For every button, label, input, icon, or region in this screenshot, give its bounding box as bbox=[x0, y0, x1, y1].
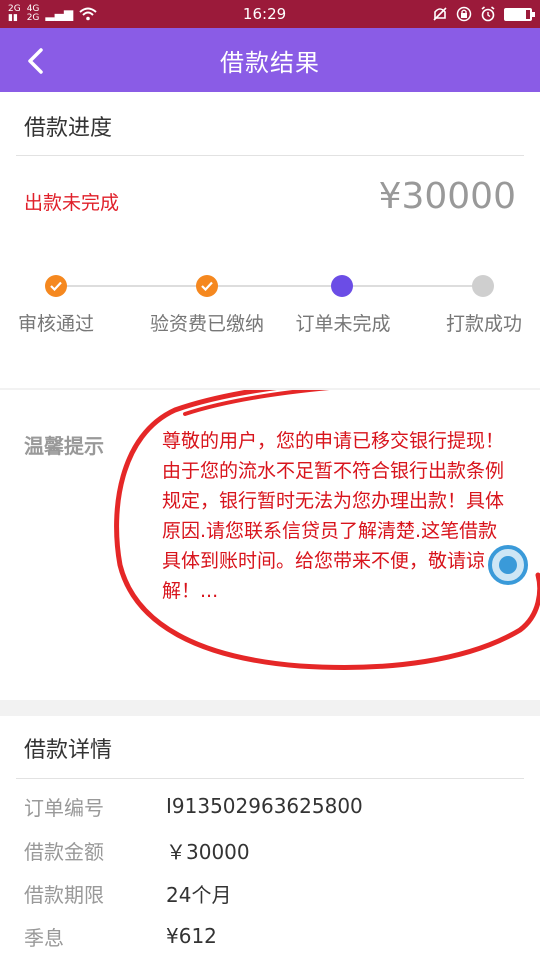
step-label: 验资费已缴纳 bbox=[149, 313, 265, 335]
step-node-order-incomplete bbox=[331, 275, 353, 297]
chevron-left-icon bbox=[28, 48, 43, 74]
app-bar: 借款结果 bbox=[0, 28, 540, 92]
lock-rotation-icon bbox=[456, 6, 472, 22]
network-indicators: 2G ▮▮ 4G 2G ▂▄▆ bbox=[8, 5, 97, 23]
battery-icon bbox=[503, 7, 535, 21]
page-title: 借款结果 bbox=[220, 48, 320, 77]
warm-tip-card: 温馨提示 尊敬的用户，您的申请已移交银行提现！由于您的流水不足暂不符合银行出款条… bbox=[0, 390, 540, 700]
progress-section-title: 借款进度 bbox=[24, 116, 113, 141]
check-icon bbox=[50, 281, 62, 291]
loan-progress-card: 借款进度 出款未完成 ¥30000 审核通过 验资费已缴纳 订单未完成 打款成功 bbox=[0, 92, 540, 388]
clock: 16:29 bbox=[242, 5, 287, 23]
wifi-icon bbox=[79, 7, 97, 21]
disbursement-status: 出款未完成 bbox=[24, 192, 120, 214]
divider bbox=[16, 155, 524, 156]
check-icon bbox=[201, 281, 213, 291]
status-bar: 2G ▮▮ 4G 2G ▂▄▆ 16:29 bbox=[0, 0, 540, 28]
signal-bars-icon: ▂▄▆ bbox=[45, 7, 74, 21]
tip-message: 尊敬的用户，您的申请已移交银行提现！由于您的流水不足暂不符合银行出款条例规定，银… bbox=[162, 430, 505, 602]
loan-details-card: 借款详情 订单编号 I913502963625800 借款金额 ￥30000 借… bbox=[0, 716, 540, 960]
detail-row-order-number: 订单编号 I913502963625800 bbox=[24, 794, 363, 820]
progress-track bbox=[56, 285, 484, 287]
mute-icon bbox=[433, 7, 447, 21]
step-node-payout-success bbox=[472, 275, 494, 297]
alarm-icon bbox=[481, 6, 495, 22]
step-node-fee-paid bbox=[196, 275, 218, 297]
details-section-title: 借款详情 bbox=[24, 738, 113, 763]
back-button[interactable] bbox=[18, 44, 52, 78]
touch-indicator bbox=[488, 545, 528, 585]
step-label: 打款成功 bbox=[445, 313, 523, 335]
detail-row-loan-amount: 借款金额 ￥30000 bbox=[24, 839, 250, 864]
system-icons bbox=[432, 6, 535, 22]
detail-row-quarterly-interest: 季息 ¥612 bbox=[24, 924, 217, 950]
detail-row-loan-term: 借款期限 24个月 bbox=[24, 882, 232, 907]
tip-label: 温馨提示 bbox=[24, 434, 104, 458]
divider bbox=[16, 778, 524, 779]
step-label: 订单未完成 bbox=[295, 313, 391, 335]
network-type-right: 4G 2G bbox=[26, 4, 40, 23]
step-node-approved bbox=[45, 275, 67, 297]
network-type-left: 2G ▮▮ bbox=[8, 4, 21, 23]
loan-amount: ¥30000 bbox=[378, 176, 516, 217]
step-label: 审核通过 bbox=[17, 313, 95, 335]
